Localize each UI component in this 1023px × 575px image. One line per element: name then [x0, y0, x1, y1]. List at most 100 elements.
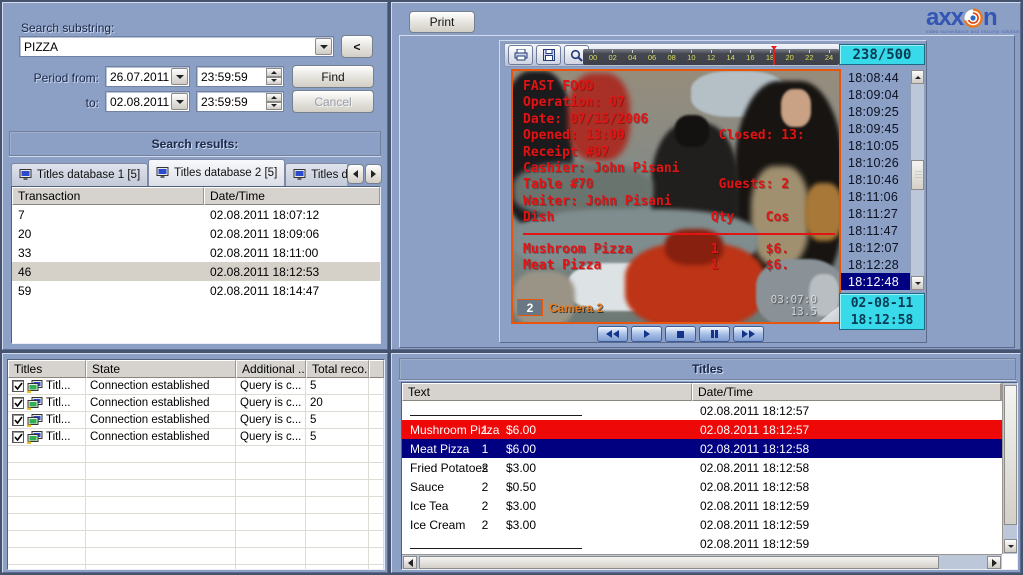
column-additional[interactable]: Additional ...: [236, 360, 306, 378]
cell: [86, 480, 236, 497]
from-date-picker[interactable]: 26.07.2011: [105, 66, 190, 87]
timestamp-item[interactable]: 18:09:45: [841, 120, 910, 137]
timestamp-item[interactable]: 18:11:06: [841, 188, 910, 205]
column-total-records[interactable]: Total reco...: [306, 360, 369, 378]
results-tabs: Titles database 1 [5]Titles database 2 […: [11, 159, 347, 186]
titles-scroll-left-button[interactable]: [403, 556, 417, 569]
from-date-dropdown-icon[interactable]: [171, 68, 188, 85]
timestamp-item[interactable]: 18:10:46: [841, 171, 910, 188]
column-text[interactable]: Text: [402, 383, 692, 401]
collapse-panel-button[interactable]: <: [341, 35, 373, 58]
timestamp-item[interactable]: 18:10:26: [841, 154, 910, 171]
stop-button[interactable]: [665, 326, 696, 342]
table-row[interactable]: 2002.08.2011 18:09:06: [12, 224, 380, 243]
column-titles-datetime[interactable]: Date/Time: [692, 383, 1001, 401]
title-row[interactable]: Fried Potatoes2$3.0002.08.2011 18:12:58: [402, 458, 1002, 477]
title-row[interactable]: Ice Tea2$3.0002.08.2011 18:12:59: [402, 496, 1002, 515]
timestamp-item[interactable]: 18:12:07: [841, 239, 910, 256]
overlay-line: Dish Qty Cos: [523, 210, 835, 226]
timestamp-item[interactable]: 18:13:08: [841, 290, 910, 291]
fast-forward-button[interactable]: [733, 326, 764, 342]
rewind-button[interactable]: [597, 326, 628, 342]
title-row[interactable]: Sauce2$0.5002.08.2011 18:12:58: [402, 477, 1002, 496]
to-time-spinner[interactable]: 23:59:59: [196, 91, 284, 112]
title-row[interactable]: 02.08.2011 18:12:57: [402, 401, 1002, 420]
to-date-dropdown-icon[interactable]: [171, 93, 188, 110]
title-row[interactable]: Meat Pizza1$6.0002.08.2011 18:12:58: [402, 439, 1002, 458]
cell: [8, 514, 86, 531]
search-input[interactable]: PIZZA: [19, 36, 334, 57]
titles-horizontal-scrollbar[interactable]: [402, 554, 1002, 570]
to-time-spin-buttons[interactable]: [266, 93, 282, 110]
table-row[interactable]: Titl...Connection establishedQuery is c.…: [8, 429, 384, 446]
title-row[interactable]: Mushroom Pizza1$6.0002.08.2011 18:12:57: [402, 420, 1002, 439]
timestamp-item[interactable]: 18:11:47: [841, 222, 910, 239]
from-time-spinner[interactable]: 23:59:59: [196, 66, 284, 87]
table-row[interactable]: Titl...Connection establishedQuery is c.…: [8, 378, 384, 395]
table-row[interactable]: 702.08.2011 18:07:12: [12, 205, 380, 224]
timeline-tick: 10: [683, 49, 699, 62]
tab-titles-database-2[interactable]: Titles database 2 [5]: [148, 159, 285, 186]
from-time-spin-buttons[interactable]: [266, 68, 282, 85]
timestamp-list: 18:08:4418:09:0418:09:2518:09:4518:10:05…: [841, 69, 910, 291]
row-checkbox[interactable]: [12, 380, 24, 392]
to-date-value: 02.08.2011: [106, 95, 170, 109]
timeline-tick: 22: [801, 49, 817, 62]
timestamp-item[interactable]: 18:10:05: [841, 137, 910, 154]
save-frame-button[interactable]: [536, 45, 561, 65]
play-button[interactable]: [631, 326, 662, 342]
row-checkbox[interactable]: [12, 397, 24, 409]
print-frame-button[interactable]: [508, 45, 533, 65]
from-time-value: 23:59:59: [197, 70, 265, 84]
period-from-label: Period from:: [19, 71, 99, 85]
scroll-down-button[interactable]: [911, 276, 924, 290]
timestamp-scrollbar[interactable]: [910, 69, 925, 291]
row-checkbox[interactable]: [12, 431, 24, 443]
titles-vscroll-thumb[interactable]: [1004, 385, 1017, 525]
cell: [236, 514, 306, 531]
video-frame[interactable]: FAST FOODOperation: 07Date: 07/15/2006Op…: [511, 69, 841, 324]
table-row[interactable]: 3302.08.2011 18:11:00: [12, 243, 380, 262]
timestamp-item[interactable]: 18:12:28: [841, 256, 910, 273]
title-row[interactable]: Ice Cream2$3.0002.08.2011 18:12:59: [402, 515, 1002, 534]
timestamp-item[interactable]: 18:11:27: [841, 205, 910, 222]
scrollbar-thumb[interactable]: [911, 160, 924, 190]
find-button[interactable]: Find: [292, 65, 374, 88]
timestamp-item[interactable]: 18:09:04: [841, 86, 910, 103]
table-row[interactable]: Titl...Connection establishedQuery is c.…: [8, 395, 384, 412]
timeline-tick: 06: [644, 49, 660, 62]
tick-label: 10: [683, 53, 699, 62]
cancel-button[interactable]: Cancel: [292, 90, 374, 113]
timeline-position-marker[interactable]: [773, 46, 775, 65]
titles-hscroll-thumb[interactable]: [419, 556, 939, 569]
scroll-up-button[interactable]: [911, 70, 924, 84]
table-row[interactable]: Titl...Connection establishedQuery is c.…: [8, 412, 384, 429]
print-button[interactable]: Print: [409, 11, 475, 33]
to-date-picker[interactable]: 02.08.2011: [105, 91, 190, 112]
cell: [306, 548, 369, 565]
timestamp-item[interactable]: 18:12:48: [841, 273, 910, 290]
titles-header: Titles: [399, 358, 1016, 380]
tab-scroll-left-button[interactable]: [347, 164, 364, 184]
title-row[interactable]: 02.08.2011 18:12:59: [402, 534, 1002, 553]
table-row[interactable]: 4602.08.2011 18:12:53: [12, 262, 380, 281]
titles-scroll-down-button[interactable]: [1004, 539, 1017, 553]
timestamp-item[interactable]: 18:09:25: [841, 103, 910, 120]
titles-vertical-scrollbar[interactable]: [1002, 383, 1018, 554]
tab-titles-database-1[interactable]: Titles database 1 [5]: [11, 163, 148, 186]
tab-titles-database-3[interactable]: Titles dat.: [285, 163, 347, 186]
column-state[interactable]: State: [86, 360, 236, 378]
search-dropdown-arrow-icon[interactable]: [315, 38, 332, 55]
row-checkbox[interactable]: [12, 414, 24, 426]
pause-button[interactable]: [699, 326, 730, 342]
column-datetime[interactable]: Date/Time: [204, 187, 380, 205]
timeline-ruler[interactable]: 00020406081012141618202224: [583, 49, 839, 65]
table-row[interactable]: 5902.08.2011 18:14:47: [12, 281, 380, 300]
column-titles[interactable]: Titles: [8, 360, 86, 378]
table-row: [8, 446, 384, 463]
titles-scroll-right-button[interactable]: [987, 556, 1001, 569]
timestamp-item[interactable]: 18:08:44: [841, 69, 910, 86]
scene-shape: [513, 271, 575, 324]
tab-scroll-right-button[interactable]: [365, 164, 382, 184]
column-transaction[interactable]: Transaction: [12, 187, 204, 205]
